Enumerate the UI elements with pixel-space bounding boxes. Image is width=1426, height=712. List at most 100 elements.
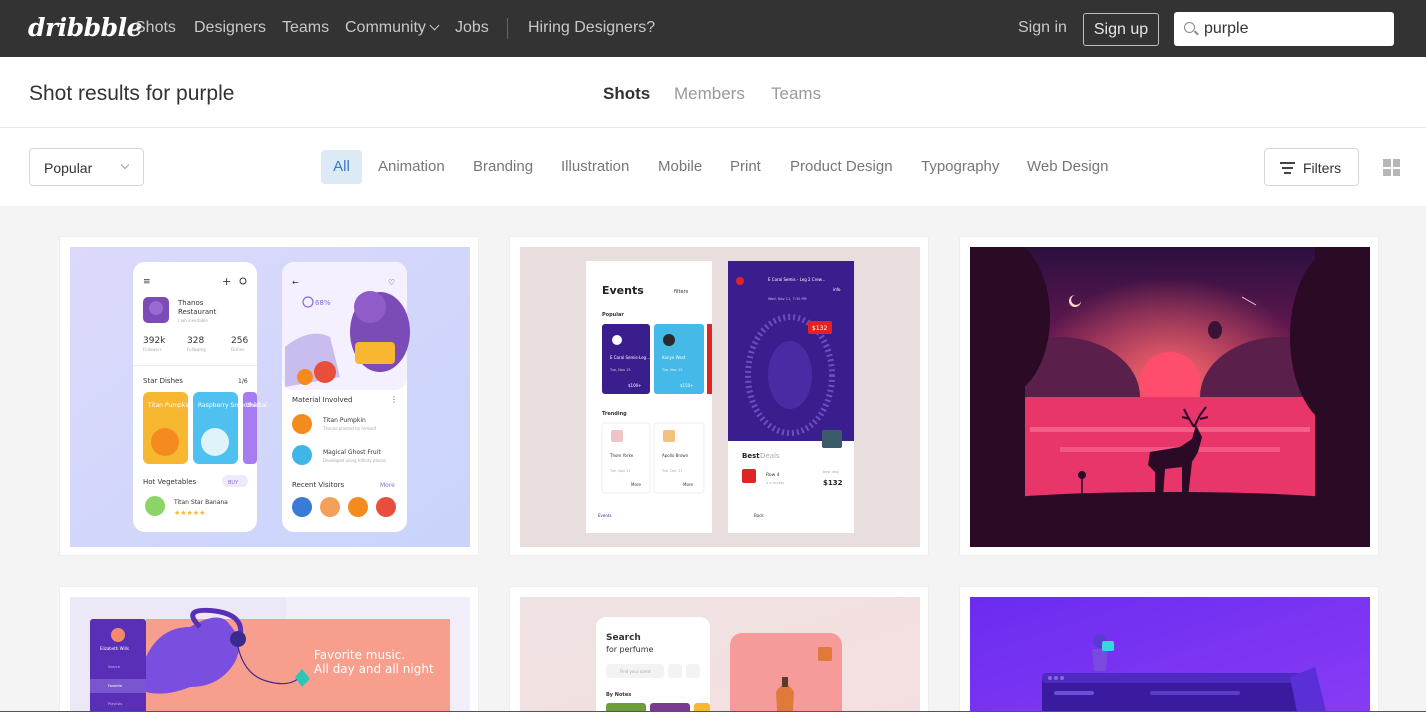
page-title: Shot results for purple [29, 82, 235, 105]
nav-community-label: Community [345, 19, 426, 36]
svg-text:Popular: Popular [602, 312, 624, 318]
svg-text:Star Dishes: Star Dishes [143, 377, 183, 385]
svg-text:best deal: best deal [823, 470, 839, 474]
svg-text:Favorite music.: Favorite music. [314, 648, 405, 662]
svg-text:Wed, Nov 11, 7:30 PM: Wed, Nov 11, 7:30 PM [768, 297, 807, 301]
svg-text:$150+: $150+ [680, 383, 694, 388]
top-navbar: dribbble Shots Designers Teams Community… [0, 0, 1426, 57]
shot-thumbnail[interactable]: ≡ + Thanos Restaurant I am inevitable 39… [70, 247, 470, 547]
filters-button[interactable]: Filters [1264, 148, 1359, 186]
svg-text:♡: ♡ [388, 278, 395, 287]
dribbble-logo[interactable]: dribbble [28, 13, 143, 42]
svg-text:≡: ≡ [143, 277, 151, 287]
tab-shots[interactable]: Shots [603, 84, 650, 104]
svg-text:Tue, Nov 15: Tue, Nov 15 [609, 368, 631, 372]
svg-text:Find your scent: Find your scent [620, 669, 651, 674]
search-icon [1184, 22, 1195, 33]
svg-text:256: 256 [231, 336, 248, 346]
svg-text:More: More [631, 482, 641, 487]
svg-text:E Coral Semis-Leg...: E Coral Semis-Leg... [610, 355, 650, 360]
shot-purple-landing-image [970, 597, 1370, 712]
results-header: Shot results for purple Shots Members Te… [0, 57, 1426, 128]
filter-bar: Popular All Animation Branding Illustrat… [0, 128, 1426, 206]
shot-card[interactable]: Elizabeth Wills Search Favorite Playlist… [59, 586, 479, 712]
svg-text:for perfume: for perfume [606, 645, 654, 654]
nav-jobs[interactable]: Jobs [455, 19, 489, 37]
svg-text:More: More [683, 482, 693, 487]
grid-view-icon[interactable] [1383, 159, 1400, 176]
svg-text:328: 328 [187, 336, 204, 346]
svg-text:Thom Yorke: Thom Yorke [609, 453, 634, 458]
svg-text:I am inevitable: I am inevitable [178, 318, 208, 323]
sign-in-link[interactable]: Sign in [1018, 19, 1067, 37]
sign-up-button[interactable]: Sign up [1083, 13, 1159, 46]
category-all[interactable]: All [321, 150, 362, 184]
category-typography[interactable]: Typography [921, 158, 999, 175]
svg-text:Tue, Dec 21: Tue, Dec 21 [661, 469, 683, 473]
svg-text:Developed using Infinity plane: Developed using Infinity planes [323, 458, 386, 463]
svg-text:Magical Ghost Fruit: Magical Ghost Fruit [323, 449, 381, 456]
category-web-design[interactable]: Web Design [1027, 158, 1108, 175]
shot-card[interactable]: Search for perfume Find your scent By No… [509, 586, 929, 712]
category-mobile[interactable]: Mobile [658, 158, 702, 175]
shot-events-app-image: Events filters Popular E Coral Semis-Leg… [520, 247, 920, 547]
shot-card[interactable] [959, 586, 1379, 712]
category-branding[interactable]: Branding [473, 158, 533, 175]
svg-text:⋮: ⋮ [390, 395, 398, 404]
svg-text:Kanye West: Kanye West [662, 355, 686, 360]
svg-text:Search: Search [606, 633, 641, 643]
svg-text:$132: $132 [823, 479, 843, 487]
svg-text:Restaurant: Restaurant [178, 308, 217, 316]
nav-shots[interactable]: Shots [135, 19, 176, 37]
svg-text:★★★★★: ★★★★★ [174, 509, 205, 517]
shot-thumbnail[interactable] [970, 247, 1370, 547]
shot-thumbnail[interactable] [970, 597, 1370, 712]
svg-text:By Notes: By Notes [606, 692, 631, 698]
category-animation[interactable]: Animation [378, 158, 445, 175]
search-box[interactable] [1174, 12, 1394, 46]
shot-deer-sunset-image [970, 247, 1370, 547]
sort-dropdown[interactable]: Popular [29, 148, 144, 186]
tab-members[interactable]: Members [674, 84, 745, 104]
svg-text:Titan Pumpkin: Titan Pumpkin [322, 417, 366, 424]
nav-teams[interactable]: Teams [282, 19, 329, 37]
search-input[interactable] [1204, 19, 1384, 39]
svg-text:Trending: Trending [602, 411, 627, 417]
category-product-design[interactable]: Product Design [790, 158, 893, 175]
svg-text:Recent Visitors: Recent Visitors [292, 481, 344, 489]
shot-music-app-image: Elizabeth Wills Search Favorite Playlist… [70, 597, 470, 712]
shot-thumbnail[interactable]: Search for perfume Find your scent By No… [520, 597, 920, 712]
svg-text:Events: Events [602, 284, 644, 297]
shot-card[interactable] [959, 236, 1379, 556]
shot-card[interactable]: ≡ + Thanos Restaurant I am inevitable 39… [59, 236, 479, 556]
svg-text:Playlists: Playlists [108, 702, 122, 706]
svg-text:BUY: BUY [228, 480, 239, 486]
nav-designers[interactable]: Designers [194, 19, 266, 37]
svg-text:All day and all night: All day and all night [314, 662, 434, 676]
category-print[interactable]: Print [730, 158, 761, 175]
svg-text:Back: Back [754, 513, 764, 518]
shot-card[interactable]: Events filters Popular E Coral Semis-Leg… [509, 236, 929, 556]
nav-divider [507, 18, 508, 39]
svg-text:68%: 68% [315, 299, 331, 307]
filters-icon [1280, 162, 1295, 174]
tab-teams[interactable]: Teams [771, 84, 821, 104]
svg-text:1/6: 1/6 [238, 378, 248, 385]
svg-text:Uni Sal: Uni Sal [246, 402, 267, 409]
shot-thumbnail[interactable]: Elizabeth Wills Search Favorite Playlist… [70, 597, 470, 712]
svg-text:←: ← [292, 278, 299, 287]
nav-community[interactable]: Community [345, 19, 440, 37]
category-illustration[interactable]: Illustration [561, 158, 629, 175]
svg-text:$100+: $100+ [628, 383, 642, 388]
chevron-down-icon [429, 20, 440, 31]
svg-text:Dishes: Dishes [231, 347, 244, 352]
svg-text:Row 4: Row 4 [766, 472, 780, 478]
svg-text:Tue, Nov 15: Tue, Nov 15 [661, 368, 683, 372]
nav-hiring-designers[interactable]: Hiring Designers? [528, 19, 655, 37]
svg-text:+: + [222, 275, 231, 288]
svg-text:Tue, Nov 17: Tue, Nov 17 [609, 469, 631, 473]
shot-thumbnail[interactable]: Events filters Popular E Coral Semis-Leg… [520, 247, 920, 547]
svg-text:Titan Star Banana: Titan Star Banana [173, 499, 228, 506]
svg-text:Titan Pumpkin: Titan Pumpkin [147, 402, 191, 409]
svg-text:Events: Events [598, 513, 612, 518]
